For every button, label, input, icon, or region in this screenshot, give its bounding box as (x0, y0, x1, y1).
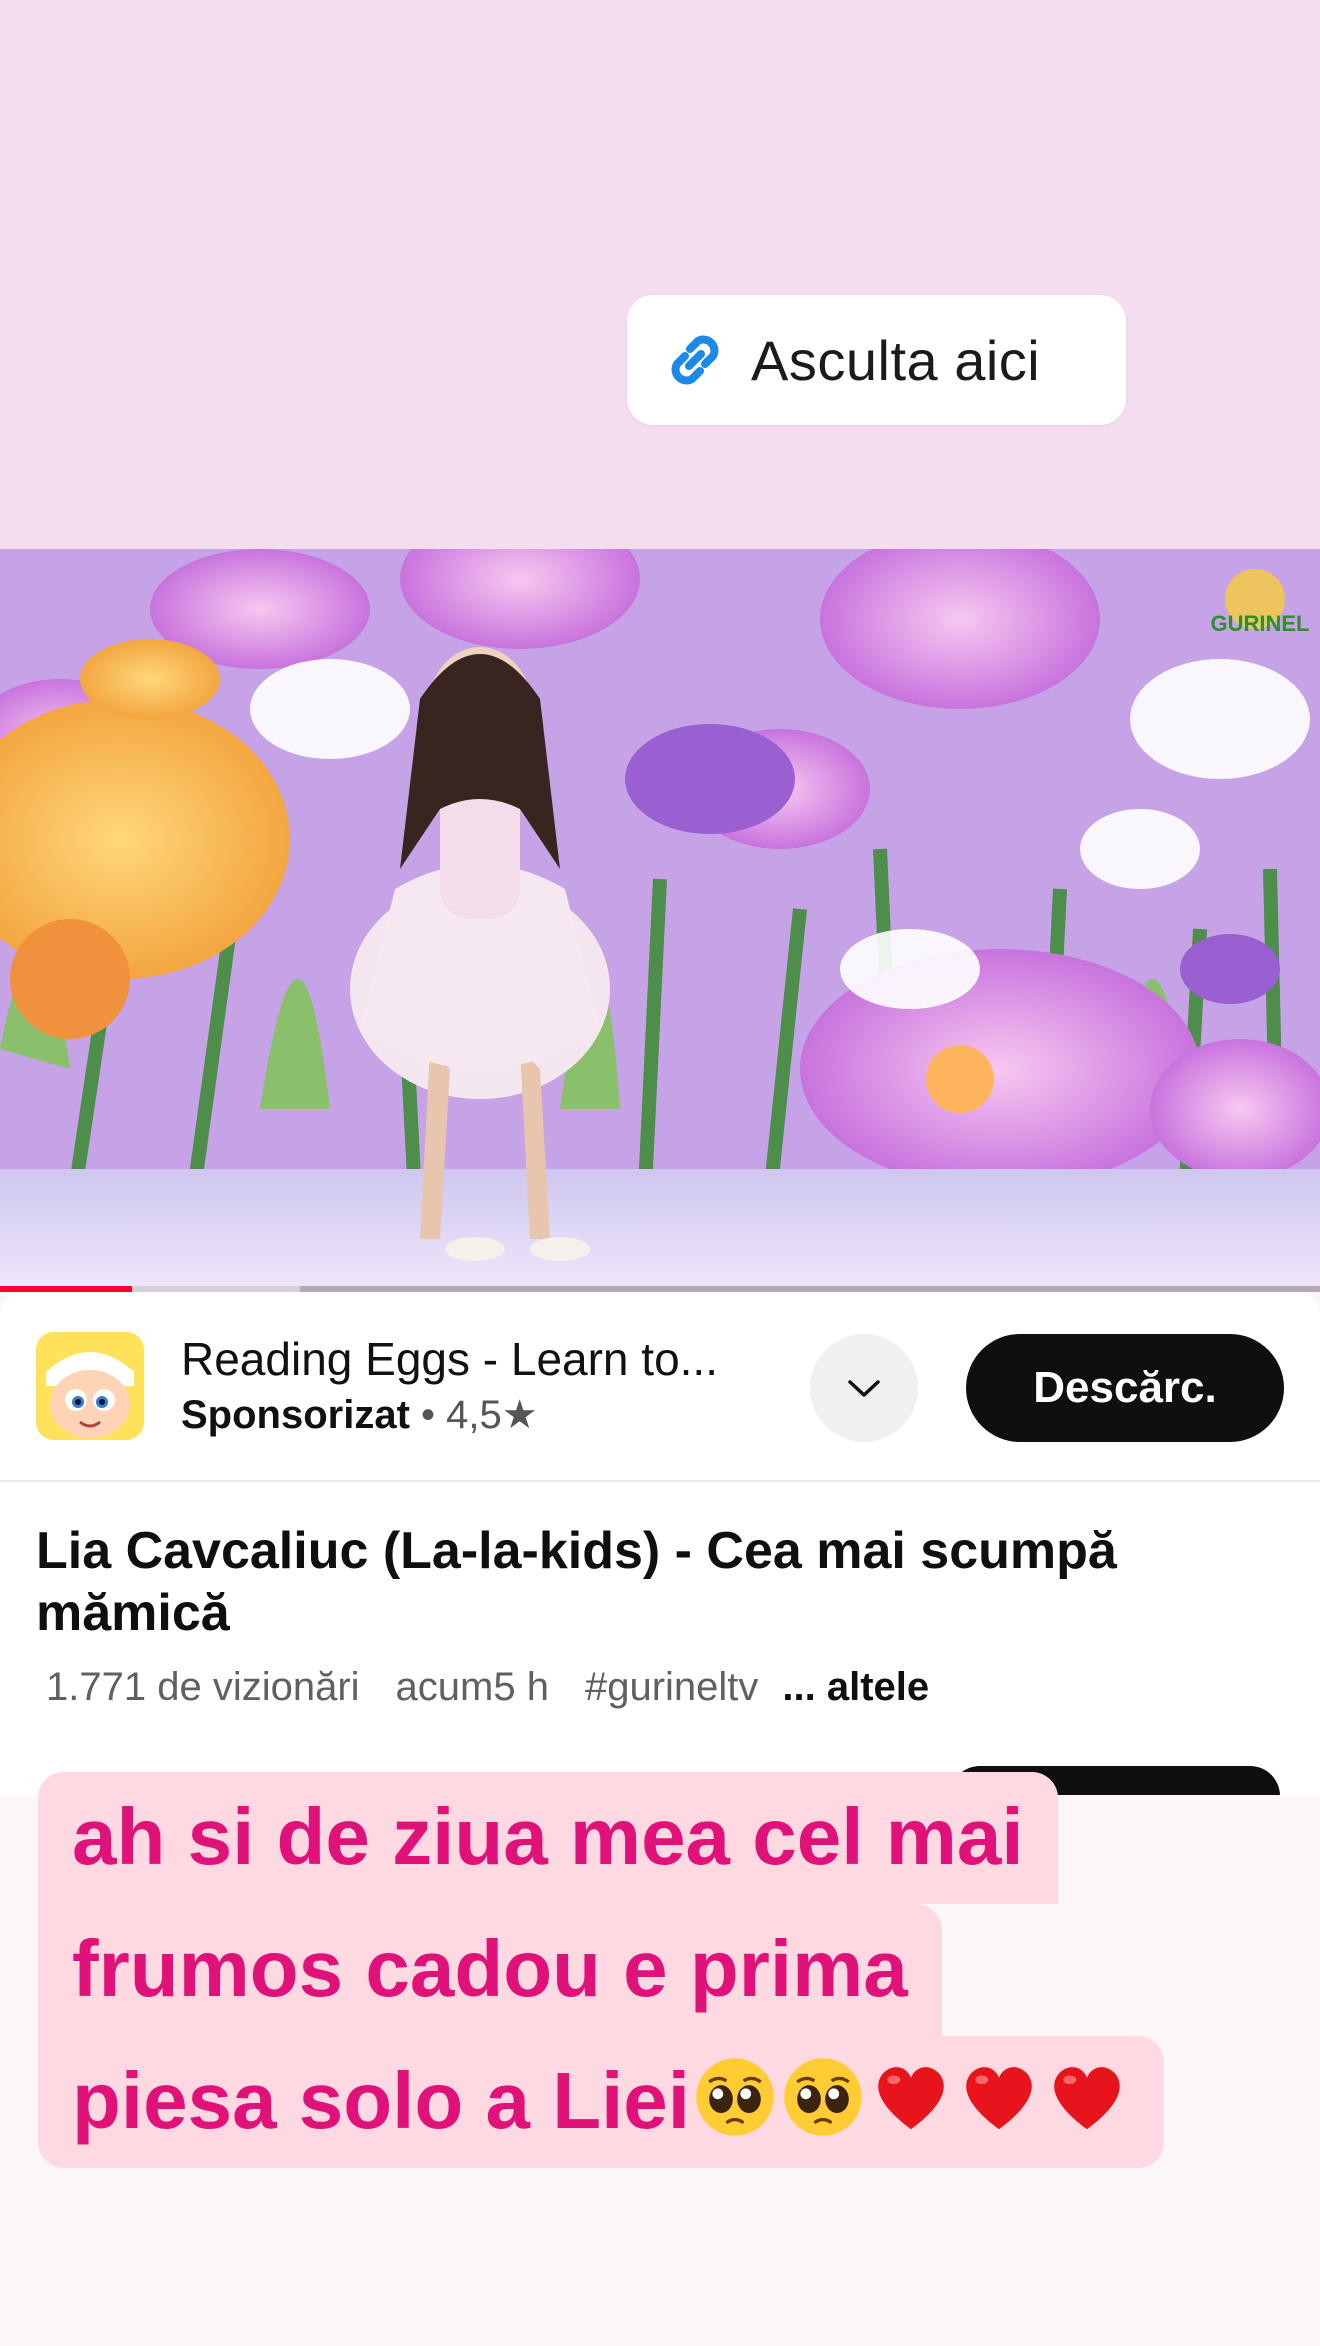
ad-separator: • (421, 1393, 436, 1437)
pleading-face-emoji (784, 2058, 862, 2136)
caption-line-1: ah si de ziua mea cel mai (38, 1772, 1058, 1904)
red-heart-emoji (878, 2067, 944, 2130)
view-count: 1.771 de vizionări (46, 1665, 360, 1709)
emoji-row (690, 2056, 1130, 2145)
video-metadata[interactable]: 1.771 de vizionări acum5 h #gurineltv ..… (46, 1665, 965, 1710)
ad-title[interactable]: Reading Eggs - Learn to... (181, 1332, 718, 1386)
story-caption: ah si de ziua mea cel mai frumos cadou e… (38, 1772, 1238, 2168)
red-heart-emoji (966, 2067, 1032, 2130)
red-heart-emoji (1054, 2067, 1120, 2130)
caption-line-3: piesa solo a Liei (38, 2036, 1165, 2168)
caption-line-3-text: piesa solo a Liei (72, 2056, 691, 2145)
upload-time: acum5 h (395, 1665, 549, 1709)
link-sticker[interactable]: Asculta aici (627, 295, 1126, 425)
caption-line-2: frumos cadou e prima (38, 1904, 942, 2036)
ad-sponsored-label: Sponsorizat (181, 1393, 410, 1437)
video-title[interactable]: Lia Cavcaliuc (La-la-kids) - Cea mai scu… (36, 1520, 1276, 1644)
youtube-info-card: Reading Eggs - Learn to... Sponsorizat •… (0, 1292, 1320, 1795)
ad-rating: 4,5★ (446, 1393, 538, 1437)
svg-text:GURINEL: GURINEL (1211, 611, 1310, 636)
link-icon (671, 335, 719, 385)
description-more-link[interactable]: ... altele (782, 1665, 929, 1710)
story-background (0, 0, 1320, 549)
video-player[interactable]: GURINEL (0, 549, 1320, 1292)
ad-subtitle: Sponsorizat • 4,5★ (181, 1392, 538, 1438)
pleading-face-emoji (696, 2058, 774, 2136)
download-button[interactable]: Descărc. (966, 1334, 1284, 1442)
hashtag-link[interactable]: #gurineltv (585, 1665, 758, 1710)
link-sticker-label: Asculta aici (751, 328, 1041, 392)
expand-ad-button[interactable] (810, 1334, 918, 1442)
chevron-down-icon (848, 1380, 880, 1397)
reading-eggs-app-icon[interactable] (36, 1332, 144, 1440)
sponsored-ad-row[interactable]: Reading Eggs - Learn to... Sponsorizat •… (0, 1292, 1320, 1482)
video-frame: GURINEL (0, 549, 1320, 1292)
